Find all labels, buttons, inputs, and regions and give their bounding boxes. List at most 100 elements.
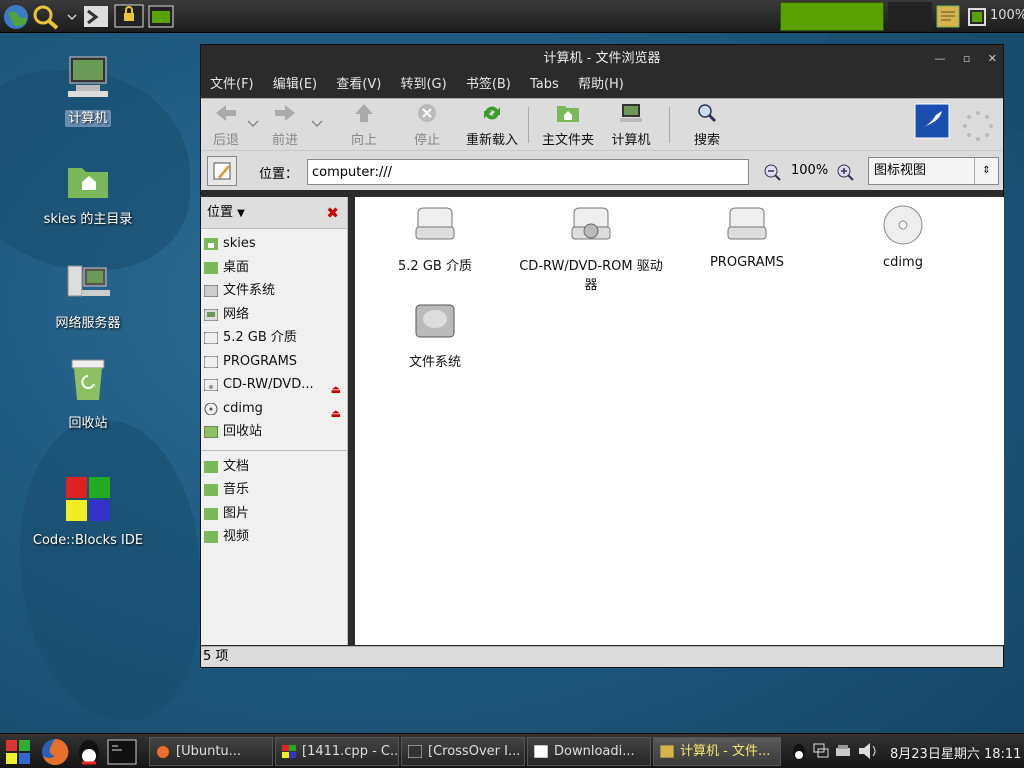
windows-tray-icon[interactable] — [812, 742, 830, 760]
globe-icon[interactable] — [2, 3, 30, 30]
menu-go[interactable]: 转到(G) — [400, 77, 446, 92]
sidebar-item-label: 文档 — [223, 458, 250, 474]
sidebar-item-programs[interactable]: PROGRAMS — [201, 350, 347, 374]
close-button[interactable]: ✕ — [988, 52, 997, 65]
menu-file[interactable]: 文件(F) — [210, 77, 254, 92]
chevron-updown-icon: ⇕ — [974, 158, 998, 184]
location-bar: 位置： 100% 图标视图 ⇕ — [201, 150, 1003, 190]
status-text: 5 项 — [203, 649, 229, 664]
back-button[interactable]: 后退 — [206, 103, 246, 148]
sidebar-item-cdrom[interactable]: CD-RW/DVD... ⏏ — [201, 373, 347, 397]
sidebar-item-network[interactable]: 网络 — [201, 303, 347, 327]
menu-tabs[interactable]: Tabs — [530, 77, 559, 92]
show-desktop-icon[interactable] — [148, 3, 174, 30]
reload-button[interactable]: 重新载入 — [463, 103, 521, 148]
desktop-icon-label: 回收站 — [68, 416, 108, 431]
sidebar: 位置 ▼ ✖ skies 桌面 文件系统 网络 5.2 GB 介质 PROGRA… — [201, 197, 348, 645]
trash-icon — [71, 359, 105, 400]
stop-button[interactable]: 停止 — [407, 103, 447, 148]
menu-help[interactable]: 帮助(H) — [578, 77, 624, 92]
desktop-icon-computer[interactable]: 计算机 — [28, 55, 148, 127]
reload-icon — [484, 106, 500, 120]
sidebar-item-music[interactable]: 音乐 — [201, 478, 347, 502]
task-cpp[interactable]: [1411.cpp - C... — [275, 737, 399, 766]
computer-button[interactable]: 计算机 — [607, 103, 655, 148]
close-sidebar-icon[interactable]: ✖ — [326, 197, 339, 229]
task-ubuntu[interactable]: [Ubuntu... — [149, 737, 273, 766]
search-icon[interactable] — [32, 3, 78, 30]
sidebar-item-skies[interactable]: skies — [201, 232, 347, 256]
icon-view[interactable]: 5.2 GB 介质 CD-RW/DVD-ROM 驱动器 PROGRAMS cdi… — [355, 197, 1004, 645]
search-button[interactable]: 搜索 — [687, 103, 727, 148]
menu-view[interactable]: 查看(V) — [336, 77, 381, 92]
qq-tray-icon[interactable] — [790, 742, 808, 762]
maximize-button[interactable]: ▫ — [963, 52, 970, 65]
task-label: [1411.cpp - C... — [302, 744, 399, 759]
codeblocks-icon — [282, 745, 296, 758]
notes-icon[interactable] — [934, 3, 962, 30]
workspace-indicator[interactable] — [780, 2, 884, 31]
chevron-down-icon: ▼ — [237, 208, 245, 219]
firefox-icon[interactable] — [40, 737, 70, 767]
sidebar-item-documents[interactable]: 文档 — [201, 455, 347, 479]
sidebar-item-cdimg[interactable]: cdimg ⏏ — [201, 397, 347, 421]
sidebar-header[interactable]: 位置 ▼ ✖ — [201, 197, 347, 229]
optical-drive-icon — [571, 207, 611, 240]
terminal-icon[interactable] — [106, 738, 138, 766]
home-label: 主文件夹 — [541, 133, 594, 148]
zoom-in-icon[interactable] — [836, 163, 854, 181]
file-item-label: cdimg — [883, 255, 923, 270]
view-mode-select[interactable]: 图标视图 ⇕ — [868, 157, 999, 185]
menu-bookmarks[interactable]: 书签(B) — [466, 77, 511, 92]
minimize-button[interactable]: — — [934, 52, 945, 65]
desktop-icon-codeblocks[interactable]: Code::Blocks IDE — [28, 475, 148, 548]
sidebar-item-trash[interactable]: 回收站 — [201, 420, 347, 444]
sidebar-item-pictures[interactable]: 图片 — [201, 502, 347, 526]
location-input[interactable] — [307, 159, 749, 185]
window-icon — [534, 745, 548, 758]
home-button[interactable]: 主文件夹 — [539, 103, 597, 148]
sidebar-item-label: skies — [223, 236, 256, 251]
qq-icon[interactable] — [74, 737, 104, 767]
chevron-down-icon[interactable] — [247, 119, 259, 129]
task-downloads[interactable]: Downloadi... — [527, 737, 651, 766]
edit-location-toggle[interactable] — [207, 156, 237, 186]
up-button[interactable]: 向上 — [344, 103, 384, 148]
task-crossover[interactable]: [CrossOver I... — [401, 737, 525, 766]
sidebar-item-videos[interactable]: 视频 — [201, 525, 347, 549]
sidebar-item-desktop[interactable]: 桌面 — [201, 256, 347, 280]
desktop-icon-trash[interactable]: 回收站 — [28, 358, 148, 431]
task-label: [Ubuntu... — [176, 744, 242, 759]
file-item-label: 5.2 GB 介质 — [398, 259, 472, 274]
network-tray-icon[interactable] — [834, 742, 852, 760]
battery-icon — [968, 8, 986, 26]
sidebar-item-media[interactable]: 5.2 GB 介质 — [201, 326, 347, 350]
file-item-programs[interactable]: PROGRAMS — [672, 205, 822, 270]
forward-button[interactable]: 前进 — [265, 103, 305, 148]
desktop-icon-home[interactable]: skies 的主目录 — [28, 160, 148, 227]
file-item-media[interactable]: 5.2 GB 介质 — [360, 205, 510, 274]
volume-icon[interactable] — [856, 740, 880, 762]
window-titlebar[interactable]: 计算机 - 文件浏览器 — ▫ ✕ — [201, 45, 1003, 72]
drive-icon — [204, 355, 218, 368]
file-item-label: CD-RW/DVD-ROM 驱动器 — [519, 259, 663, 293]
file-item-cdrom[interactable]: CD-RW/DVD-ROM 驱动器 — [516, 205, 666, 293]
desktop-switch-icon[interactable] — [82, 3, 110, 30]
workspace-slot[interactable] — [888, 2, 932, 31]
clock[interactable]: 8月23日星期六 18:11 — [890, 743, 1021, 762]
toolbar-separator — [528, 107, 529, 143]
file-item-filesystem[interactable]: 文件系统 — [360, 301, 510, 370]
task-file-browser[interactable]: 计算机 - 文件... — [653, 737, 781, 766]
file-item-cdimg[interactable]: cdimg — [828, 205, 978, 270]
sidebar-item-filesystem[interactable]: 文件系统 — [201, 279, 347, 303]
menu-edit[interactable]: 编辑(E) — [273, 77, 317, 92]
window-icon — [408, 745, 422, 758]
sidebar-item-label: 视频 — [223, 529, 250, 544]
drive-icon — [415, 207, 455, 240]
zoom-out-icon[interactable] — [763, 163, 781, 181]
chevron-down-icon[interactable] — [311, 119, 323, 129]
lock-screen-icon[interactable] — [114, 3, 144, 30]
desktop-icon-network[interactable]: 网络服务器 — [28, 262, 148, 331]
start-menu-icon[interactable] — [4, 738, 32, 766]
throbber-icon — [963, 111, 993, 141]
